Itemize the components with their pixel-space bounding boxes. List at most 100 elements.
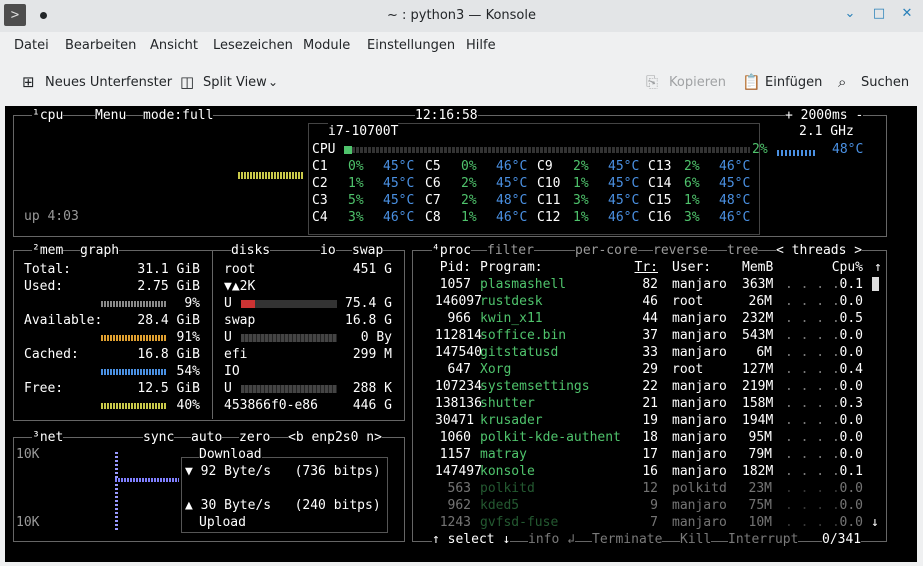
proc-filter[interactable]: filter	[487, 242, 534, 259]
proc-cell[interactable]: manjaro	[672, 497, 727, 514]
swap-toggle[interactable]: swap	[352, 242, 384, 259]
proc-cell[interactable]: plasmashell	[480, 276, 566, 293]
proc-cell[interactable]: rustdesk	[480, 293, 543, 310]
proc-cell[interactable]: 158M	[742, 395, 773, 412]
copy-button[interactable]: Kopieren	[669, 75, 726, 90]
proc-cell[interactable]: 95M	[742, 429, 772, 446]
proc-cell[interactable]: 1060	[435, 429, 471, 446]
proc-cell[interactable]: root	[672, 293, 703, 310]
proc-cell[interactable]: 1157	[435, 446, 471, 463]
proc-cell[interactable]: 138136	[435, 395, 482, 412]
proc-cell[interactable]: 219M	[742, 378, 773, 395]
proc-cell[interactable]: shutter	[480, 395, 535, 412]
menu-einstellungen[interactable]: Einstellungen	[367, 38, 455, 53]
proc-cell[interactable]: systemsettings	[480, 378, 590, 395]
proc-col-header[interactable]: Program:	[480, 259, 543, 276]
proc-cell[interactable]: manjaro	[672, 446, 727, 463]
proc-kill[interactable]: Kill	[680, 531, 712, 548]
proc-cell[interactable]: 112814	[435, 327, 482, 344]
menu-ansicht[interactable]: Ansicht	[150, 38, 198, 53]
new-tab-button[interactable]: Neues Unterfenster	[45, 75, 172, 90]
proc-cell[interactable]: manjaro	[672, 395, 727, 412]
proc-cell[interactable]: 147497	[435, 463, 482, 480]
split-view-button[interactable]: Split View	[203, 75, 267, 90]
proc-cell[interactable]: root	[672, 361, 703, 378]
proc-cell[interactable]: 1243	[435, 514, 471, 531]
proc-cell[interactable]: 18	[630, 429, 658, 446]
proc-col-header[interactable]: Tr:	[630, 259, 658, 276]
cpu-menu[interactable]: Menu	[95, 107, 127, 124]
menu-hilfe[interactable]: Hilfe	[466, 38, 496, 53]
proc-cell[interactable]: 22	[630, 378, 658, 395]
proc-cell[interactable]: 647	[435, 361, 471, 378]
proc-cell[interactable]: 16	[630, 463, 658, 480]
proc-cell[interactable]: 1057	[435, 276, 471, 293]
proc-cell[interactable]: manjaro	[672, 344, 727, 361]
proc-cell[interactable]: 17	[630, 446, 658, 463]
proc-cell[interactable]: manjaro	[672, 327, 727, 344]
mem-graph-toggle[interactable]: graph	[80, 242, 120, 259]
scroll-up-icon[interactable]: ↑	[874, 259, 882, 276]
io-toggle[interactable]: io	[320, 242, 336, 259]
maximize-button[interactable]: □	[869, 6, 889, 21]
proc-cell[interactable]: 19	[630, 412, 658, 429]
proc-threads-sort[interactable]: < threads >	[776, 242, 863, 259]
proc-cell[interactable]: gitstatusd	[480, 344, 558, 361]
proc-terminate[interactable]: Terminate	[592, 531, 663, 548]
proc-cell[interactable]: 79M	[742, 446, 772, 463]
proc-tree[interactable]: tree	[727, 242, 759, 259]
proc-cell[interactable]: 146097	[435, 293, 482, 310]
proc-cell[interactable]: 44	[630, 310, 658, 327]
proc-cell[interactable]: manjaro	[672, 463, 727, 480]
minimize-button[interactable]: ⌄	[840, 6, 860, 21]
menu-bearbeiten[interactable]: Bearbeiten	[65, 38, 136, 53]
proc-cell[interactable]: krusader	[480, 412, 543, 429]
terminal-area[interactable]: ¹cpu Menu mode:full 12:16:58 + 2000ms - …	[5, 106, 917, 562]
update-interval[interactable]: + 2000ms -	[785, 107, 864, 124]
split-view-icon[interactable]: ◫	[180, 73, 194, 91]
proc-cell[interactable]: 966	[435, 310, 471, 327]
proc-cell[interactable]: 12	[630, 480, 658, 497]
net-interface[interactable]: <b enp2s0 n>	[288, 429, 382, 446]
proc-cell[interactable]: 107234	[435, 378, 482, 395]
search-icon[interactable]: ⌕	[838, 73, 846, 91]
menu-lesezeichen[interactable]: Lesezeichen	[213, 38, 293, 53]
proc-cell[interactable]: 127M	[742, 361, 773, 378]
proc-reverse[interactable]: reverse	[653, 242, 708, 259]
proc-cell[interactable]: 363M	[742, 276, 773, 293]
cpu-mode[interactable]: mode:full	[143, 107, 214, 124]
proc-cell[interactable]: 29	[630, 361, 658, 378]
proc-col-header[interactable]: Pid:	[435, 259, 471, 276]
copy-icon[interactable]: ⎘	[646, 73, 658, 91]
proc-cell[interactable]: manjaro	[672, 429, 727, 446]
proc-cell[interactable]: soffice.bin	[480, 327, 566, 344]
proc-cell[interactable]: manjaro	[672, 514, 727, 531]
proc-cell[interactable]: 543M	[742, 327, 773, 344]
scroll-down-icon[interactable]: ↓	[871, 514, 879, 531]
proc-cell[interactable]: Xorg	[480, 361, 511, 378]
proc-cell[interactable]: kded5	[480, 497, 519, 514]
proc-cell[interactable]: 563	[435, 480, 471, 497]
net-auto-toggle[interactable]: auto	[191, 429, 223, 446]
proc-scrollbar[interactable]	[872, 277, 879, 291]
menu-datei[interactable]: Datei	[14, 38, 49, 53]
proc-cell[interactable]: manjaro	[672, 276, 727, 293]
proc-cell[interactable]: 194M	[742, 412, 773, 429]
proc-select[interactable]: ↑ select ↓	[432, 531, 511, 548]
proc-cell[interactable]: 10M	[742, 514, 772, 531]
proc-cell[interactable]: 147540	[435, 344, 482, 361]
close-button[interactable]: ✕	[897, 6, 917, 21]
proc-cell[interactable]: polkit-kde-authent	[480, 429, 621, 446]
proc-col-header[interactable]: Cpu%	[820, 259, 863, 276]
proc-cell[interactable]: 37	[630, 327, 658, 344]
search-button[interactable]: Suchen	[861, 75, 909, 90]
menu-module[interactable]: Module	[303, 38, 350, 53]
paste-button[interactable]: Einfügen	[765, 75, 822, 90]
proc-cell[interactable]: 26M	[742, 293, 772, 310]
proc-cell[interactable]: kwin_x11	[480, 310, 543, 327]
proc-cell[interactable]: 82	[630, 276, 658, 293]
proc-info[interactable]: info ↲	[528, 531, 575, 548]
proc-cell[interactable]: 962	[435, 497, 471, 514]
proc-interrupt[interactable]: Interrupt	[728, 531, 799, 548]
proc-cell[interactable]: 75M	[742, 497, 772, 514]
